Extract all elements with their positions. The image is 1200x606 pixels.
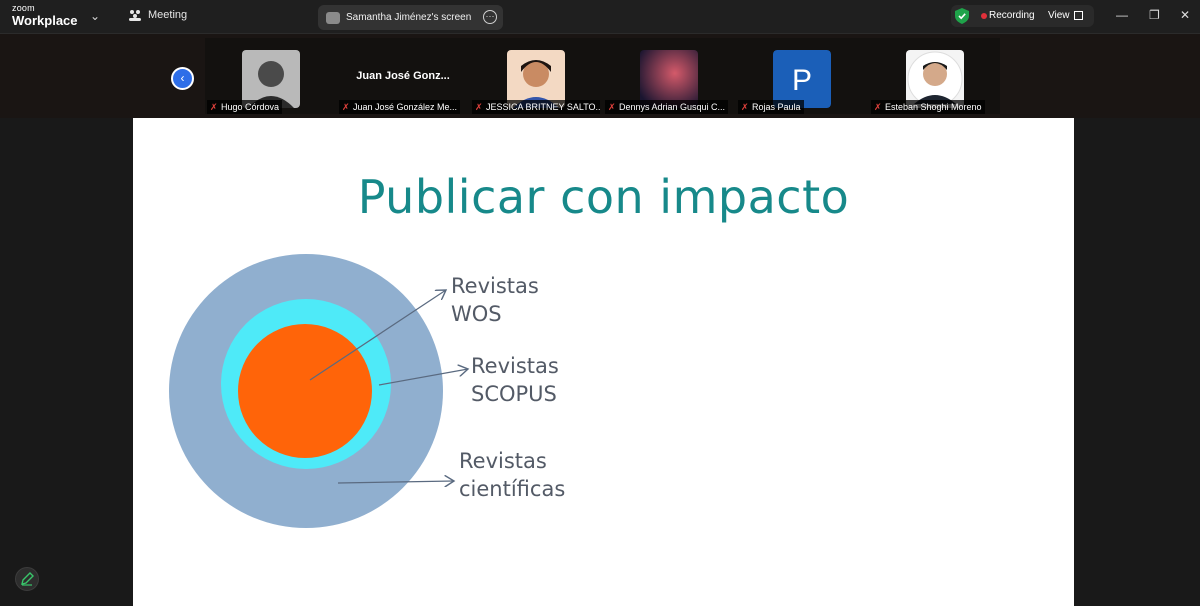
previous-page-button[interactable]: ‹ xyxy=(171,67,194,90)
logo-small-text: zoom xyxy=(12,3,35,13)
microphone-muted-icon: ✗ xyxy=(608,102,616,112)
participant-name-label: ✗ Juan José González Me... xyxy=(339,100,461,114)
label-revistas-scopus: Revistas SCOPUS xyxy=(471,354,559,406)
participant-name-label: ✗ Hugo Córdova xyxy=(207,100,283,114)
more-options-icon[interactable]: ··· xyxy=(483,10,497,24)
title-bar: zoom Workplace ⌄ Meeting Samantha Jiméne… xyxy=(0,0,1200,34)
participant-name-label: ✗ Esteban Shoghi Moreno xyxy=(871,100,985,114)
shared-screen-title: Samantha Jiménez's screen xyxy=(346,12,472,23)
microphone-muted-icon: ✗ xyxy=(874,102,882,112)
minimize-icon[interactable]: — xyxy=(1116,8,1128,22)
concentric-circles-diagram xyxy=(169,254,1074,528)
microphone-muted-icon: ✗ xyxy=(475,102,483,112)
restore-icon[interactable]: ❐ xyxy=(1149,8,1160,22)
participant-tile[interactable]: ✗ Dennys Adrian Gusqui C... xyxy=(603,50,735,116)
participant-tile[interactable]: ✗ JESSICA BRITNEY SALTO... xyxy=(470,50,602,116)
recording-status[interactable]: Recording xyxy=(989,10,1035,21)
participant-tile[interactable]: ✗ Esteban Shoghi Moreno xyxy=(869,50,1001,116)
meeting-people-icon xyxy=(129,10,141,21)
participant-name-label: ✗ Rojas Paula xyxy=(738,100,804,114)
label-revistas-cientificas: Revistas científicas xyxy=(459,449,566,501)
shared-screen-left-margin xyxy=(0,118,133,606)
shared-screen-tab[interactable]: Samantha Jiménez's screen ··· xyxy=(318,5,503,30)
view-button[interactable]: View xyxy=(1048,10,1070,21)
pencil-icon xyxy=(21,572,34,586)
participant-display-name: Juan José Gonz... xyxy=(356,70,450,82)
recording-dot-icon xyxy=(981,13,987,19)
label-revistas-wos: Revistas WOS xyxy=(451,274,539,326)
participant-tile[interactable]: P ✗ Rojas Paula xyxy=(736,50,868,116)
chevron-left-icon: ‹ xyxy=(180,71,185,85)
chevron-down-icon[interactable]: ⌄ xyxy=(90,9,100,23)
zoom-logo: zoom Workplace xyxy=(12,3,78,28)
participant-tile[interactable]: ✗ Hugo Córdova xyxy=(205,50,337,116)
meeting-menu-label: Meeting xyxy=(148,9,188,21)
grid-view-icon[interactable] xyxy=(1074,11,1083,20)
close-icon[interactable]: ✕ xyxy=(1180,8,1190,22)
participant-tile[interactable]: Juan José Gonz... ✗ Juan José González M… xyxy=(337,50,469,116)
svg-text:P: P xyxy=(792,64,812,97)
logo-big-text: Workplace xyxy=(12,13,78,28)
microphone-muted-icon: ✗ xyxy=(741,102,749,112)
status-area: Recording View xyxy=(951,5,1094,27)
shared-screen-right-margin xyxy=(1074,118,1200,606)
annotate-button[interactable] xyxy=(15,567,39,591)
microphone-muted-icon: ✗ xyxy=(210,102,218,112)
microphone-muted-icon: ✗ xyxy=(342,102,350,112)
participant-name-label: ✗ JESSICA BRITNEY SALTO... xyxy=(472,100,600,114)
inner-circle-wos xyxy=(238,324,372,458)
presentation-slide: Publicar con impacto Revistas WOS Revista… xyxy=(133,118,1074,606)
meeting-menu-button[interactable]: Meeting xyxy=(128,9,187,21)
sharer-avatar xyxy=(326,11,340,24)
participant-name-label: ✗ Dennys Adrian Gusqui C... xyxy=(605,100,729,114)
shield-icon[interactable] xyxy=(955,8,969,24)
